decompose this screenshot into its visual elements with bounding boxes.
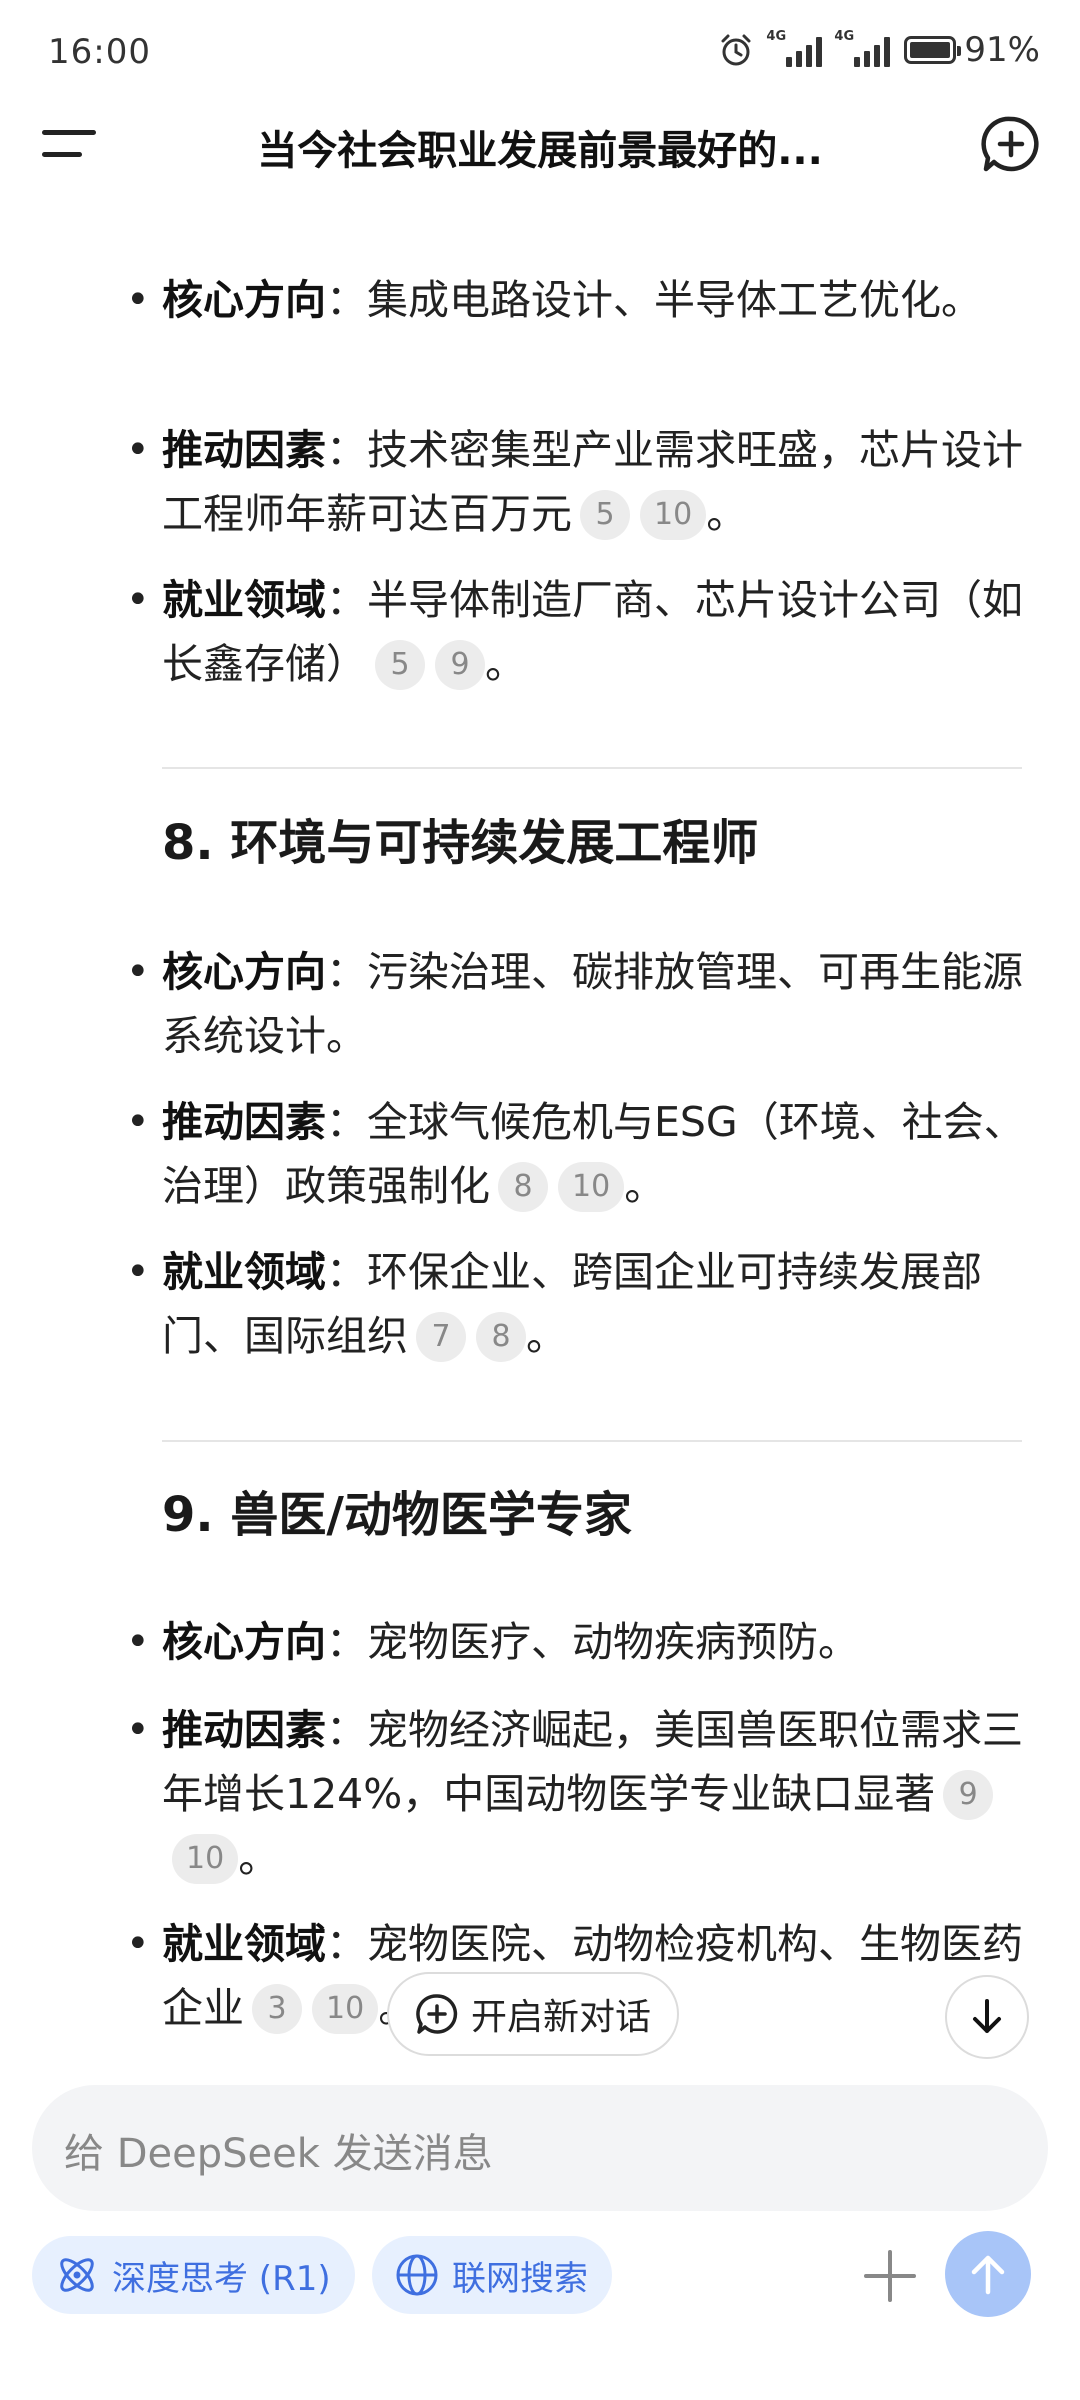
top-bar: 当今社会职业发展前景最好的... xyxy=(0,100,1080,190)
signal-icon-sim2: 4G xyxy=(834,29,891,67)
menu-icon xyxy=(42,130,96,135)
citation-badge[interactable]: 7 xyxy=(416,1312,466,1362)
section-divider xyxy=(162,767,1022,769)
list-item: 就业领域：环保企业、跨国企业可持续发展部门、国际组织78。 xyxy=(126,1240,1042,1368)
chat-content[interactable]: 7. 芯片与芯片工程师 核心方向：集成电路设计、半导体工艺优化。 推动因素：技术… xyxy=(0,150,1080,2040)
deep-think-toggle[interactable]: 深度思考 (R1) xyxy=(32,2236,355,2314)
signal-icon-sim1: 4G xyxy=(766,29,823,67)
list-item: 推动因素：技术密集型产业需求旺盛，芯片设计工程师年薪可达百万元510。 xyxy=(126,418,1042,546)
signal1-label: 4G xyxy=(766,29,787,44)
chat-title[interactable]: 当今社会职业发展前景最好的... xyxy=(150,118,930,176)
citation-badge[interactable]: 5 xyxy=(580,490,630,540)
bullet-label: 就业领域 xyxy=(162,576,326,624)
new-chat-icon xyxy=(416,1994,458,2034)
globe-icon xyxy=(396,2254,438,2296)
citation-badge[interactable]: 9 xyxy=(435,640,485,690)
alarm-icon xyxy=(721,34,751,66)
new-chat-icon[interactable] xyxy=(980,113,1042,175)
battery-icon xyxy=(904,36,962,64)
section-divider xyxy=(162,1440,1022,1442)
message-input[interactable]: 给 DeepSeek 发送消息 xyxy=(32,2085,1048,2211)
list-item: 核心方向：集成电路设计、半导体工艺优化。 xyxy=(126,268,1042,332)
citation-badge[interactable]: 8 xyxy=(476,1312,526,1362)
citation-badge[interactable]: 8 xyxy=(498,1162,548,1212)
bullet-label: 就业领域 xyxy=(162,1248,326,1296)
scroll-to-bottom-button[interactable] xyxy=(945,1975,1029,2059)
list-item: 核心方向：污染治理、碳排放管理、可再生能源系统设计。 xyxy=(126,940,1042,1068)
send-button[interactable] xyxy=(945,2231,1031,2317)
bullet-text: 集成电路设计、半导体工艺优化。 xyxy=(367,276,982,324)
attach-plus-icon[interactable] xyxy=(858,2244,922,2308)
battery-percent: 91% xyxy=(964,30,1040,70)
status-time: 16:00 xyxy=(48,32,151,72)
citation-badge[interactable]: 10 xyxy=(558,1162,625,1212)
bullet-label: 核心方向 xyxy=(162,276,326,324)
citation-badge[interactable]: 10 xyxy=(172,1834,239,1884)
bullet-label: 推动因素 xyxy=(162,1098,326,1146)
battery-indicator: 91% xyxy=(904,30,1040,70)
bullet-label: 推动因素 xyxy=(162,426,326,474)
new-chat-button[interactable]: 开启新对话 xyxy=(387,1972,679,2056)
list-item: 推动因素：宠物经济崛起，美国兽医职位需求三年增长124%，中国动物医学专业缺口显… xyxy=(126,1698,1042,1890)
atom-icon xyxy=(60,2258,94,2292)
citation-badge[interactable]: 9 xyxy=(943,1770,994,1820)
bullet-label: 推动因素 xyxy=(162,1706,326,1754)
signal2-label: 4G xyxy=(834,29,855,44)
list-item: 就业领域：半导体制造厂商、芯片设计公司（如长鑫存储）59。 xyxy=(126,568,1042,696)
bullet-label: 就业领域 xyxy=(162,1920,326,1968)
web-search-label: 联网搜索 xyxy=(452,2258,588,2299)
app-screen: 16:00 4G 4G 91% 7. 芯片与芯片工程师 xyxy=(0,0,1080,2400)
status-bar: 16:00 4G 4G 91% xyxy=(0,0,1080,100)
citation-badge[interactable]: 10 xyxy=(312,1984,379,2034)
bullet-text: 宠物医疗、动物疾病预防。 xyxy=(367,1618,859,1666)
section9-heading: 9. 兽医/动物医学专家 xyxy=(162,1487,632,1543)
list-item: 核心方向：宠物医疗、动物疾病预防。 xyxy=(126,1610,1042,1674)
arrow-up-icon xyxy=(971,2255,1005,2295)
new-chat-label: 开启新对话 xyxy=(470,1997,651,2038)
bullet-label: 核心方向 xyxy=(162,1618,326,1666)
citation-badge[interactable]: 10 xyxy=(640,490,707,540)
citation-badge[interactable]: 3 xyxy=(252,1984,302,2034)
menu-button[interactable] xyxy=(40,122,100,166)
input-placeholder: 给 DeepSeek 发送消息 xyxy=(64,2131,493,2177)
section8-heading: 8. 环境与可持续发展工程师 xyxy=(162,815,759,871)
citation-badge[interactable]: 5 xyxy=(375,640,425,690)
web-search-toggle[interactable]: 联网搜索 xyxy=(372,2236,612,2314)
arrow-down-icon xyxy=(973,1999,1001,2033)
status-icons: 4G 4G 91% xyxy=(718,28,1040,72)
deep-think-label: 深度思考 (R1) xyxy=(112,2258,331,2299)
bullet-label: 核心方向 xyxy=(162,948,326,996)
list-item: 推动因素：全球气候危机与ESG（环境、社会、治理）政策强制化810。 xyxy=(126,1090,1042,1218)
